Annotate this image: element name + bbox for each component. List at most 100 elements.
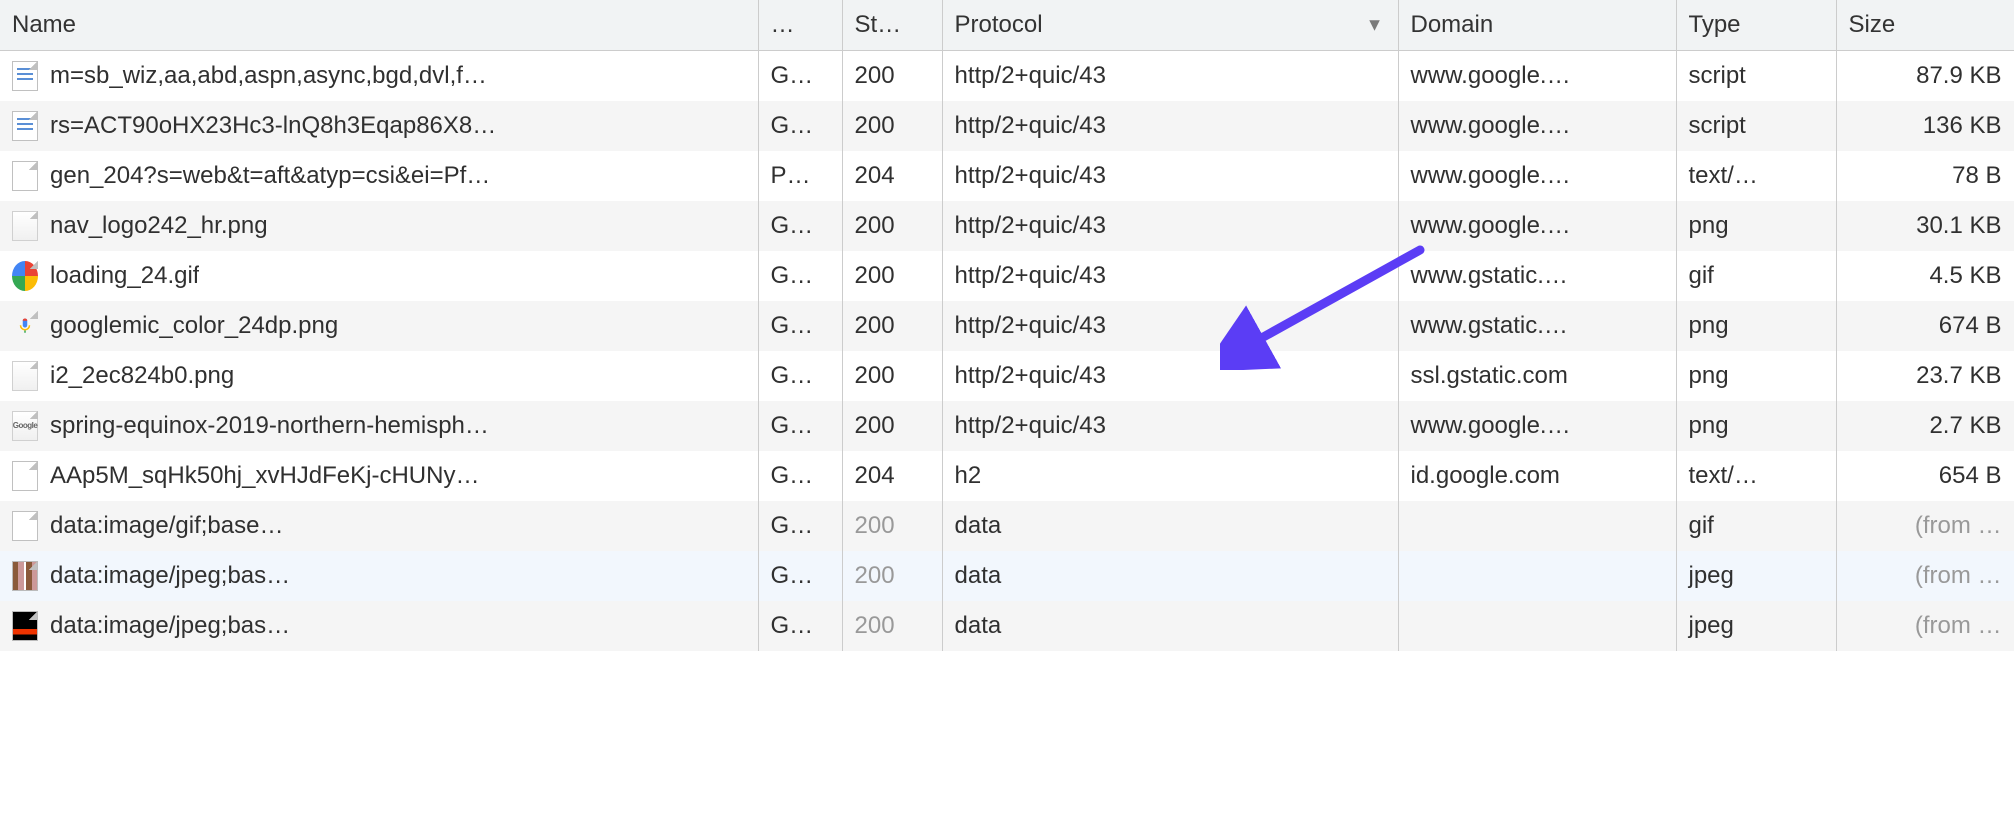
cell-method[interactable]: G…: [758, 251, 842, 301]
cell-name[interactable]: googlemic_color_24dp.png: [0, 301, 758, 351]
cell-name[interactable]: i2_2ec824b0.png: [0, 351, 758, 401]
column-header-domain[interactable]: Domain: [1398, 0, 1676, 50]
cell-protocol[interactable]: http/2+quic/43: [942, 151, 1398, 201]
cell-protocol[interactable]: http/2+quic/43: [942, 301, 1398, 351]
cell-name[interactable]: Googlespring-equinox-2019-northern-hemis…: [0, 401, 758, 451]
table-row[interactable]: i2_2ec824b0.pngG…200http/2+quic/43ssl.gs…: [0, 351, 2014, 401]
cell-status[interactable]: 204: [842, 451, 942, 501]
cell-domain[interactable]: ssl.gstatic.com: [1398, 351, 1676, 401]
cell-size[interactable]: 4.5 KB: [1836, 251, 2014, 301]
column-header-method[interactable]: …: [758, 0, 842, 50]
cell-type[interactable]: text/…: [1676, 451, 1836, 501]
cell-type[interactable]: jpeg: [1676, 551, 1836, 601]
cell-size[interactable]: 136 KB: [1836, 101, 2014, 151]
cell-protocol[interactable]: http/2+quic/43: [942, 101, 1398, 151]
cell-name[interactable]: data:image/jpeg;bas…: [0, 551, 758, 601]
cell-status[interactable]: 200: [842, 501, 942, 551]
cell-size[interactable]: 87.9 KB: [1836, 50, 2014, 101]
cell-method[interactable]: G…: [758, 351, 842, 401]
cell-status[interactable]: 200: [842, 301, 942, 351]
table-row[interactable]: loading_24.gifG…200http/2+quic/43www.gst…: [0, 251, 2014, 301]
cell-method[interactable]: G…: [758, 301, 842, 351]
cell-protocol[interactable]: h2: [942, 451, 1398, 501]
cell-domain[interactable]: www.google.…: [1398, 151, 1676, 201]
table-row[interactable]: data:image/gif;base…G…200data gif(from …: [0, 501, 2014, 551]
cell-type[interactable]: script: [1676, 50, 1836, 101]
cell-method[interactable]: G…: [758, 101, 842, 151]
cell-method[interactable]: G…: [758, 201, 842, 251]
cell-type[interactable]: text/…: [1676, 151, 1836, 201]
cell-status[interactable]: 200: [842, 101, 942, 151]
cell-status[interactable]: 204: [842, 151, 942, 201]
cell-type[interactable]: jpeg: [1676, 601, 1836, 651]
column-header-name[interactable]: Name: [0, 0, 758, 50]
cell-protocol[interactable]: http/2+quic/43: [942, 251, 1398, 301]
cell-method[interactable]: P…: [758, 151, 842, 201]
cell-method[interactable]: G…: [758, 401, 842, 451]
cell-name[interactable]: nav_logo242_hr.png: [0, 201, 758, 251]
cell-method[interactable]: G…: [758, 451, 842, 501]
cell-type[interactable]: gif: [1676, 501, 1836, 551]
cell-status[interactable]: 200: [842, 50, 942, 101]
cell-size[interactable]: 78 B: [1836, 151, 2014, 201]
cell-method[interactable]: G…: [758, 501, 842, 551]
cell-status[interactable]: 200: [842, 551, 942, 601]
cell-status[interactable]: 200: [842, 201, 942, 251]
column-header-type[interactable]: Type: [1676, 0, 1836, 50]
table-row[interactable]: data:image/jpeg;bas…G…200data jpeg(from …: [0, 551, 2014, 601]
cell-type[interactable]: png: [1676, 351, 1836, 401]
table-row[interactable]: gen_204?s=web&t=aft&atyp=csi&ei=Pf…P…204…: [0, 151, 2014, 201]
cell-size[interactable]: (from …: [1836, 551, 2014, 601]
cell-domain[interactable]: [1398, 551, 1676, 601]
cell-name[interactable]: gen_204?s=web&t=aft&atyp=csi&ei=Pf…: [0, 151, 758, 201]
cell-status[interactable]: 200: [842, 251, 942, 301]
cell-protocol[interactable]: data: [942, 501, 1398, 551]
cell-type[interactable]: script: [1676, 101, 1836, 151]
cell-method[interactable]: G…: [758, 551, 842, 601]
cell-name[interactable]: data:image/gif;base…: [0, 501, 758, 551]
cell-protocol[interactable]: http/2+quic/43: [942, 50, 1398, 101]
cell-size[interactable]: 674 B: [1836, 301, 2014, 351]
cell-type[interactable]: png: [1676, 201, 1836, 251]
cell-name[interactable]: loading_24.gif: [0, 251, 758, 301]
cell-domain[interactable]: www.gstatic.…: [1398, 301, 1676, 351]
cell-status[interactable]: 200: [842, 601, 942, 651]
table-row[interactable]: data:image/jpeg;bas…G…200data jpeg(from …: [0, 601, 2014, 651]
cell-size[interactable]: 654 B: [1836, 451, 2014, 501]
cell-protocol[interactable]: http/2+quic/43: [942, 351, 1398, 401]
cell-protocol[interactable]: http/2+quic/43: [942, 201, 1398, 251]
cell-domain[interactable]: www.google.…: [1398, 50, 1676, 101]
cell-size[interactable]: (from …: [1836, 501, 2014, 551]
table-row[interactable]: nav_logo242_hr.pngG…200http/2+quic/43www…: [0, 201, 2014, 251]
column-header-protocol[interactable]: Protocol ▼: [942, 0, 1398, 50]
cell-name[interactable]: m=sb_wiz,aa,abd,aspn,async,bgd,dvl,f…: [0, 50, 758, 101]
column-header-status[interactable]: St…: [842, 0, 942, 50]
table-row[interactable]: m=sb_wiz,aa,abd,aspn,async,bgd,dvl,f…G…2…: [0, 50, 2014, 101]
cell-protocol[interactable]: data: [942, 551, 1398, 601]
cell-size[interactable]: 2.7 KB: [1836, 401, 2014, 451]
cell-name[interactable]: rs=ACT90oHX23Hc3-lnQ8h3Eqap86X8…: [0, 101, 758, 151]
column-header-size[interactable]: Size: [1836, 0, 2014, 50]
table-row[interactable]: rs=ACT90oHX23Hc3-lnQ8h3Eqap86X8…G…200htt…: [0, 101, 2014, 151]
cell-domain[interactable]: [1398, 501, 1676, 551]
cell-name[interactable]: AAp5M_sqHk50hj_xvHJdFeKj-cHUNy…: [0, 451, 758, 501]
table-row[interactable]: AAp5M_sqHk50hj_xvHJdFeKj-cHUNy…G…204h2id…: [0, 451, 2014, 501]
cell-type[interactable]: png: [1676, 301, 1836, 351]
cell-name[interactable]: data:image/jpeg;bas…: [0, 601, 758, 651]
cell-domain[interactable]: [1398, 601, 1676, 651]
cell-size[interactable]: (from …: [1836, 601, 2014, 651]
cell-protocol[interactable]: data: [942, 601, 1398, 651]
cell-type[interactable]: png: [1676, 401, 1836, 451]
cell-method[interactable]: G…: [758, 50, 842, 101]
cell-size[interactable]: 30.1 KB: [1836, 201, 2014, 251]
cell-status[interactable]: 200: [842, 351, 942, 401]
cell-domain[interactable]: www.google.…: [1398, 201, 1676, 251]
cell-size[interactable]: 23.7 KB: [1836, 351, 2014, 401]
table-row[interactable]: Googlespring-equinox-2019-northern-hemis…: [0, 401, 2014, 451]
cell-method[interactable]: G…: [758, 601, 842, 651]
cell-type[interactable]: gif: [1676, 251, 1836, 301]
cell-status[interactable]: 200: [842, 401, 942, 451]
cell-domain[interactable]: www.google.…: [1398, 101, 1676, 151]
cell-domain[interactable]: www.google.…: [1398, 401, 1676, 451]
cell-protocol[interactable]: http/2+quic/43: [942, 401, 1398, 451]
